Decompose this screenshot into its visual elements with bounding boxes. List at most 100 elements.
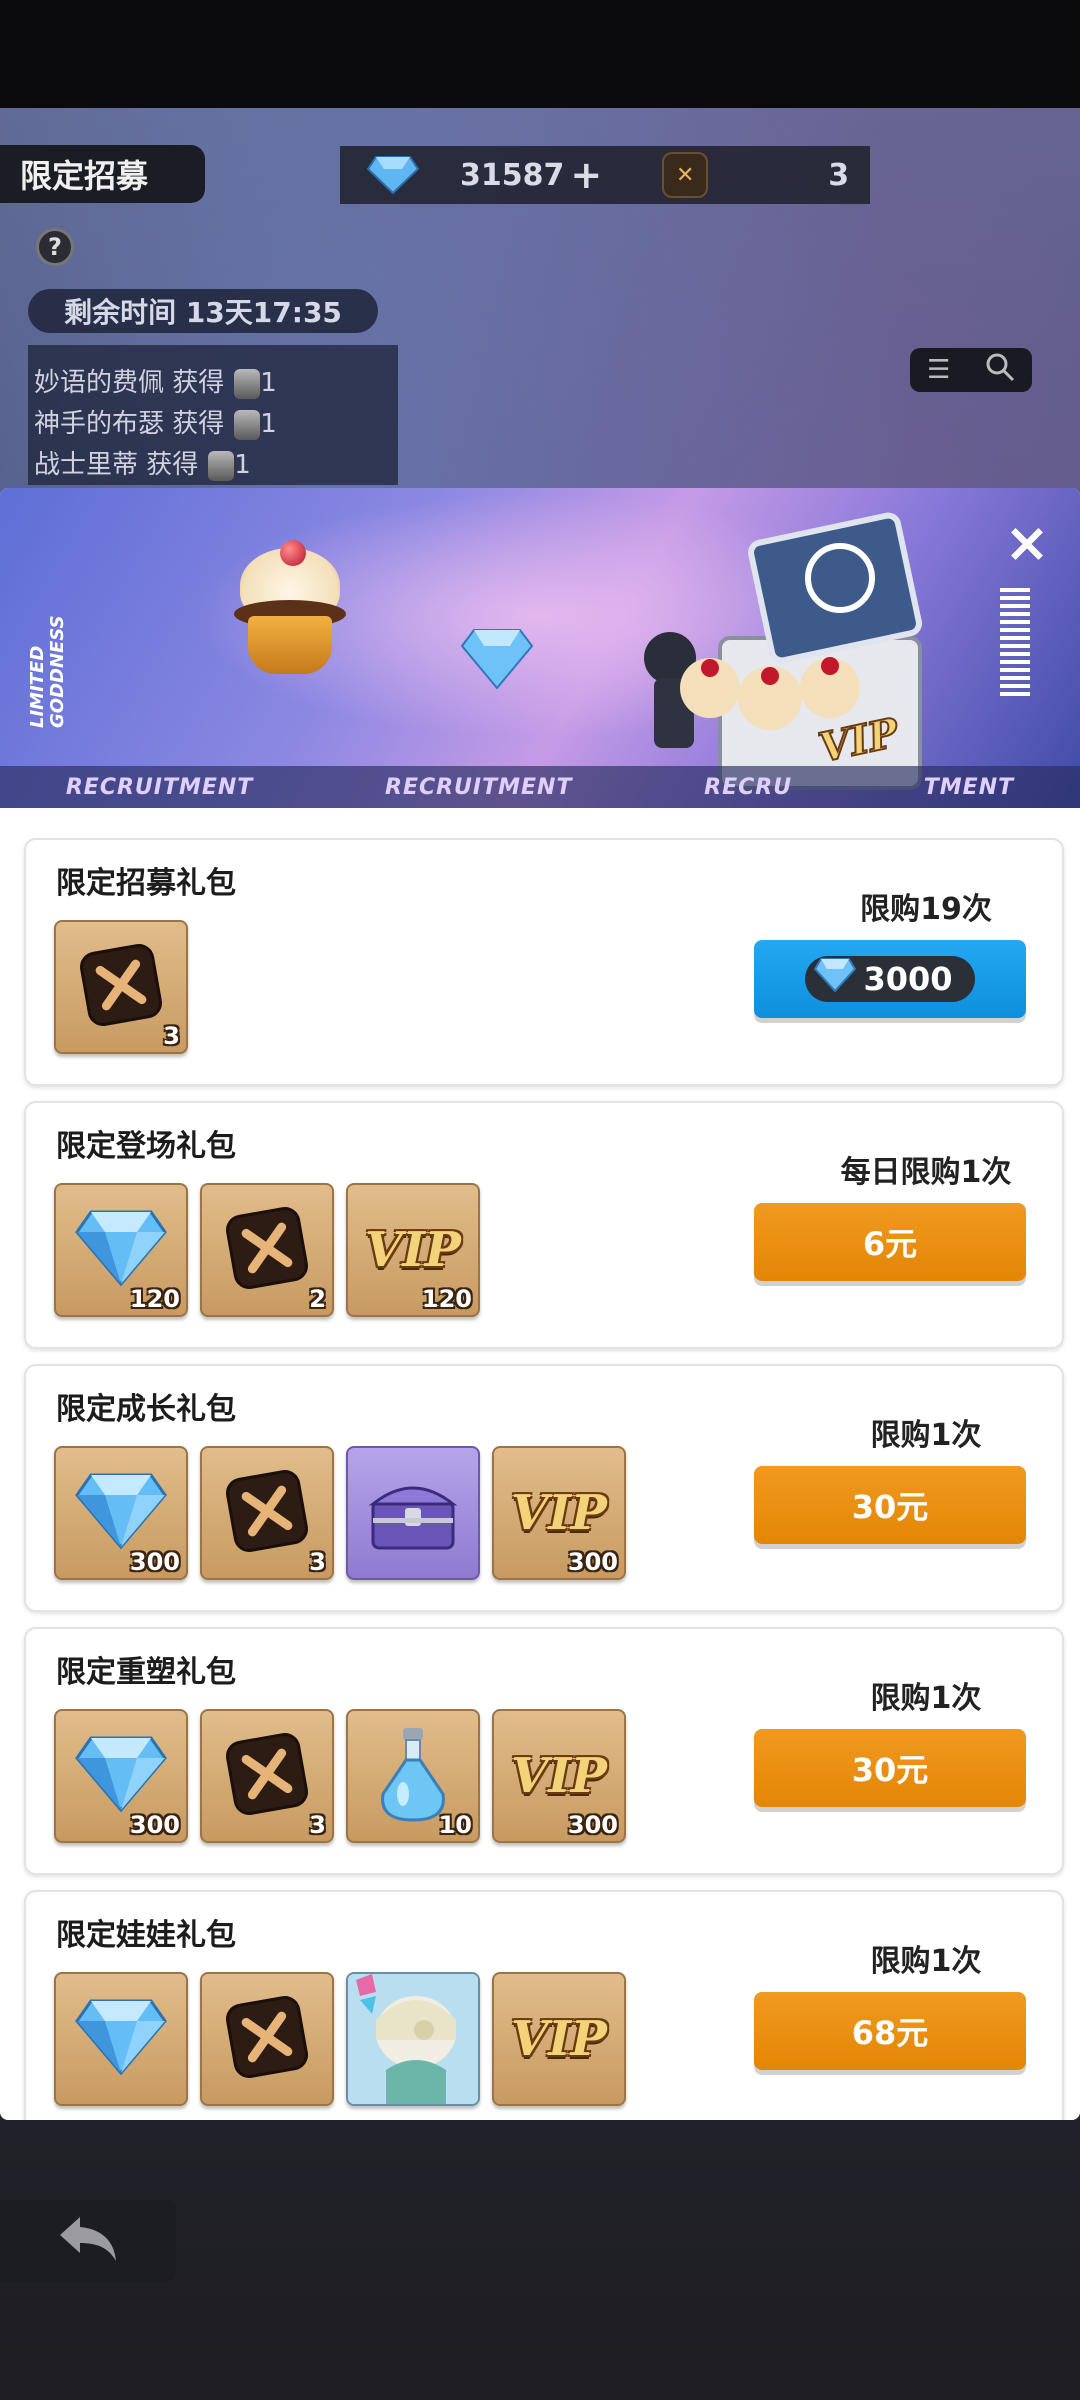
back-arrow-icon — [56, 2213, 120, 2269]
menu-list-icon[interactable]: ☰ — [927, 355, 950, 385]
barcode-decoration — [1000, 588, 1030, 698]
reward-item[interactable]: 2 — [200, 1183, 334, 1317]
pack-items: 120 2 VIP 120 — [54, 1183, 480, 1317]
reward-item[interactable]: 300 — [54, 1446, 188, 1580]
pack-items: VIP — [54, 1972, 626, 2106]
item-quantity: 3 — [163, 1022, 180, 1050]
reward-item[interactable] — [346, 1446, 480, 1580]
vip-icon: VIP — [511, 2011, 607, 2067]
pack-items: 300 3 10 VIP 300 — [54, 1709, 626, 1843]
item-quantity: 120 — [421, 1285, 472, 1313]
reward-item[interactable]: VIP 120 — [346, 1183, 480, 1317]
gem-icon — [73, 1734, 169, 1818]
currency-bar: 31587 + ✕ 3 — [340, 146, 870, 204]
vip-icon: VIP — [511, 1748, 607, 1804]
dice-icon — [219, 1726, 315, 1826]
buy-button[interactable]: 30元 — [754, 1466, 1026, 1544]
buy-button[interactable]: 6元 — [754, 1203, 1026, 1281]
reward-item[interactable] — [346, 1972, 480, 2106]
buy-with-gems-button[interactable]: 3000 — [754, 940, 1026, 1018]
log-entry: 神手的布瑟 获得 1 — [34, 409, 277, 440]
top-system-bar — [0, 0, 1080, 108]
gem-price: 3000 — [805, 956, 975, 1002]
reward-item[interactable]: 3 — [200, 1446, 334, 1580]
item-quantity: 120 — [129, 1285, 180, 1313]
reward-item[interactable]: VIP 300 — [492, 1709, 626, 1843]
gem-decoration — [460, 629, 534, 690]
character-mini-icon — [234, 368, 261, 399]
dice-icon — [219, 1200, 315, 1300]
dice-icon — [219, 1989, 315, 2089]
pack-title: 限定娃娃礼包 — [56, 1918, 236, 1953]
back-button[interactable] — [0, 2200, 176, 2282]
help-button[interactable]: ? — [36, 228, 74, 266]
dice-icon — [219, 1463, 315, 1563]
portrait-icon — [348, 1974, 478, 2104]
close-button[interactable]: × — [1002, 516, 1052, 570]
character-mini-icon — [234, 409, 261, 440]
reward-item[interactable]: VIP 300 — [492, 1446, 626, 1580]
item-quantity: 10 — [438, 1811, 472, 1839]
item-quantity: 300 — [567, 1811, 618, 1839]
reward-item[interactable]: 300 — [54, 1709, 188, 1843]
gift-pack-card: 限定招募礼包 3 限购19次 3000 — [24, 838, 1064, 1086]
item-quantity: 300 — [567, 1548, 618, 1576]
chest-icon — [365, 1468, 461, 1558]
reward-item[interactable] — [200, 1972, 334, 2106]
buy-button[interactable]: 30元 — [754, 1729, 1026, 1807]
pack-title: 限定成长礼包 — [56, 1392, 236, 1427]
cupcake-decoration — [230, 540, 350, 678]
remaining-time: 剩余时间 13天17:35 — [28, 289, 378, 333]
gem-icon — [73, 1208, 169, 1292]
reward-item[interactable]: 3 — [200, 1709, 334, 1843]
dice-icon — [73, 937, 169, 1037]
purchase-limit: 限购1次 — [870, 1944, 982, 1979]
gift-pack-card: 限定重塑礼包 300 3 10 VIP 300 限购1次 30元 — [24, 1627, 1064, 1875]
search-icon[interactable] — [985, 352, 1015, 389]
purchase-limit: 限购19次 — [860, 892, 992, 927]
item-quantity: 2 — [309, 1285, 326, 1313]
recruit-log: 妙语的费佩 获得 1 神手的布瑟 获得 1 战士里蒂 获得 1 — [28, 345, 398, 485]
pack-title: 限定登场礼包 — [56, 1129, 236, 1164]
gem-icon — [813, 957, 863, 1001]
reward-item[interactable]: 3 — [54, 920, 188, 1054]
pack-items: 3 — [54, 920, 188, 1054]
purchase-limit: 限购1次 — [870, 1418, 982, 1453]
limited-recruit-tag[interactable]: 限定招募 — [0, 145, 205, 203]
log-entry: 妙语的费佩 获得 1 — [34, 368, 277, 399]
reward-item[interactable]: VIP — [492, 1972, 626, 2106]
reward-item[interactable]: 120 — [54, 1183, 188, 1317]
vip-icon: VIP — [365, 1222, 461, 1278]
add-gems-button[interactable]: + — [570, 153, 602, 197]
vip-icon: VIP — [511, 1485, 607, 1541]
pack-title: 限定招募礼包 — [56, 866, 236, 901]
gift-pack-card: 限定登场礼包 120 2 VIP 120 每日限购1次 6元 — [24, 1101, 1064, 1349]
buy-button[interactable]: 68元 — [754, 1992, 1026, 2070]
gift-pack-card: 限定娃娃礼包 VIP 限购1次 68元 — [24, 1890, 1064, 2120]
gem-balance: 31587 — [460, 157, 565, 193]
gift-pack-card: 限定成长礼包 300 3 VIP 300 限购1次 30元 — [24, 1364, 1064, 1612]
item-quantity: 3 — [309, 1811, 326, 1839]
list-search-toolbar: ☰ — [910, 348, 1032, 392]
log-entry: 战士里蒂 获得 1 — [34, 450, 251, 481]
banner-vertical-title: LIMITED GODDNESS — [27, 615, 68, 728]
pack-title: 限定重塑礼包 — [56, 1655, 236, 1690]
reward-item[interactable]: 10 — [346, 1709, 480, 1843]
purchase-limit: 每日限购1次 — [840, 1155, 1012, 1190]
recruit-banner: LIMITED GODDNESS VIP × RECRUITMENT RECRU… — [0, 488, 1080, 808]
dice-currency-icon: ✕ — [662, 152, 709, 198]
purchase-limit: 限购1次 — [870, 1681, 982, 1716]
reward-item[interactable] — [54, 1972, 188, 2106]
item-quantity: 300 — [129, 1811, 180, 1839]
recruitment-strip: RECRUITMENT RECRUITMENT RECRU TMENT — [0, 766, 1080, 808]
item-quantity: 3 — [309, 1548, 326, 1576]
item-quantity: 300 — [129, 1548, 180, 1576]
pack-items: 300 3 VIP 300 — [54, 1446, 626, 1580]
dice-balance: 3 — [828, 157, 850, 193]
gem-currency-icon — [366, 155, 420, 195]
gem-icon — [73, 1997, 169, 2081]
limited-packs-modal: LIMITED GODDNESS VIP × RECRUITMENT RECRU… — [0, 488, 1080, 2120]
gem-icon — [73, 1471, 169, 1555]
vip-chest-decoration: VIP — [640, 508, 940, 808]
character-mini-icon — [208, 450, 235, 481]
